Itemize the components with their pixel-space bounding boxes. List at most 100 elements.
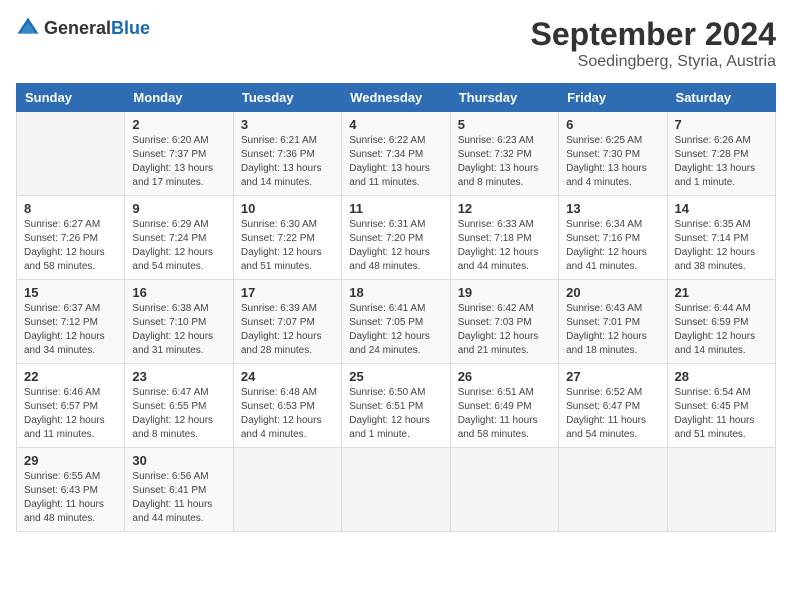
daylight-text: Daylight: 11 hours and 44 minutes.: [132, 499, 212, 524]
sunrise-text: Sunrise: 6:37 AM: [24, 303, 100, 314]
sunset-text: Sunset: 6:59 PM: [675, 317, 749, 328]
day-number: 8: [24, 201, 117, 216]
daylight-text: Daylight: 12 hours and 54 minutes.: [132, 247, 213, 272]
header-sunday: Sunday: [17, 84, 125, 112]
day-number: 23: [132, 369, 225, 384]
day-info: Sunrise: 6:21 AMSunset: 7:36 PMDaylight:…: [241, 134, 334, 190]
sunset-text: Sunset: 6:47 PM: [566, 401, 640, 412]
sunset-text: Sunset: 7:12 PM: [24, 317, 98, 328]
header-friday: Friday: [559, 84, 667, 112]
daylight-text: Daylight: 13 hours and 4 minutes.: [566, 163, 647, 188]
sunrise-text: Sunrise: 6:39 AM: [241, 303, 317, 314]
calendar-day-cell: 19Sunrise: 6:42 AMSunset: 7:03 PMDayligh…: [450, 280, 558, 364]
daylight-text: Daylight: 11 hours and 54 minutes.: [566, 415, 646, 440]
calendar-header-row: Sunday Monday Tuesday Wednesday Thursday…: [17, 84, 776, 112]
day-info: Sunrise: 6:52 AM Sunset: 6:47 PM Daylight:…: [566, 386, 659, 442]
calendar-day-cell: 3Sunrise: 6:21 AMSunset: 7:36 PMDaylight…: [233, 112, 341, 196]
daylight-text: Daylight: 12 hours and 14 minutes.: [675, 331, 756, 356]
day-number: 18: [349, 285, 442, 300]
day-number: 13: [566, 201, 659, 216]
day-info: Sunrise: 6:56 AM Sunset: 6:41 PM Daylight:…: [132, 470, 225, 526]
calendar-week-row: 2Sunrise: 6:20 AMSunset: 7:37 PMDaylight…: [17, 112, 776, 196]
daylight-text: Daylight: 12 hours and 1 minute.: [349, 415, 430, 440]
calendar-day-cell: 11Sunrise: 6:31 AMSunset: 7:20 PMDayligh…: [342, 196, 450, 280]
sunrise-text: Sunrise: 6:43 AM: [566, 303, 642, 314]
sunrise-text: Sunrise: 6:26 AM: [675, 135, 751, 146]
sunrise-text: Sunrise: 6:20 AM: [132, 135, 208, 146]
calendar-day-cell: 28Sunrise: 6:54 AMSunset: 6:45 PMDayligh…: [667, 364, 775, 448]
sunset-text: Sunset: 6:49 PM: [458, 401, 532, 412]
day-info: Sunrise: 6:31 AMSunset: 7:20 PMDaylight:…: [349, 218, 442, 274]
calendar-day-cell: 20Sunrise: 6:43 AMSunset: 7:01 PMDayligh…: [559, 280, 667, 364]
calendar-day-cell: 7Sunrise: 6:26 AMSunset: 7:28 PMDaylight…: [667, 112, 775, 196]
sunset-text: Sunset: 7:03 PM: [458, 317, 532, 328]
day-info: Sunrise: 6:33 AMSunset: 7:18 PMDaylight:…: [458, 218, 551, 274]
day-info: Sunrise: 6:35 AMSunset: 7:14 PMDaylight:…: [675, 218, 768, 274]
sunrise-text: Sunrise: 6:54 AM: [675, 387, 751, 398]
sunrise-text: Sunrise: 6:33 AM: [458, 219, 534, 230]
sunset-text: Sunset: 7:22 PM: [241, 233, 315, 244]
sunset-text: Sunset: 7:07 PM: [241, 317, 315, 328]
sunrise-text: Sunrise: 6:25 AM: [566, 135, 642, 146]
sunrise-text: Sunrise: 6:42 AM: [458, 303, 534, 314]
daylight-text: Daylight: 12 hours and 18 minutes.: [566, 331, 647, 356]
day-info: Sunrise: 6:20 AMSunset: 7:37 PMDaylight:…: [132, 134, 225, 190]
calendar-day-cell: [17, 112, 125, 196]
sunrise-text: Sunrise: 6:48 AM: [241, 387, 317, 398]
location-subtitle: Soedingberg, Styria, Austria: [531, 53, 776, 71]
sunset-text: Sunset: 6:43 PM: [24, 485, 98, 496]
day-info: Sunrise: 6:26 AMSunset: 7:28 PMDaylight:…: [675, 134, 768, 190]
day-info: Sunrise: 6:47 AMSunset: 6:55 PMDaylight:…: [132, 386, 225, 442]
day-number: 4: [349, 117, 442, 132]
day-info: Sunrise: 6:48 AMSunset: 6:53 PMDaylight:…: [241, 386, 334, 442]
calendar-day-cell: 2Sunrise: 6:20 AMSunset: 7:37 PMDaylight…: [125, 112, 233, 196]
daylight-text: Daylight: 12 hours and 8 minutes.: [132, 415, 213, 440]
sunset-text: Sunset: 7:10 PM: [132, 317, 206, 328]
sunset-text: Sunset: 6:41 PM: [132, 485, 206, 496]
sunrise-text: Sunrise: 6:52 AM: [566, 387, 642, 398]
day-info: Sunrise: 6:22 AMSunset: 7:34 PMDaylight:…: [349, 134, 442, 190]
calendar-day-cell: 5Sunrise: 6:23 AMSunset: 7:32 PMDaylight…: [450, 112, 558, 196]
day-number: 27: [566, 369, 659, 384]
day-number: 16: [132, 285, 225, 300]
calendar-day-cell: 29Sunrise: 6:55 AMSunset: 6:43 PMDayligh…: [17, 448, 125, 532]
sunrise-text: Sunrise: 6:22 AM: [349, 135, 425, 146]
sunrise-text: Sunrise: 6:56 AM: [132, 471, 208, 482]
daylight-text: Daylight: 11 hours and 58 minutes.: [458, 415, 538, 440]
day-number: 5: [458, 117, 551, 132]
sunrise-text: Sunrise: 6:46 AM: [24, 387, 100, 398]
page-header: GeneralBlue September 2024 Soedingberg, …: [16, 16, 776, 71]
logo-icon: [16, 16, 40, 40]
sunset-text: Sunset: 7:37 PM: [132, 149, 206, 160]
day-number: 15: [24, 285, 117, 300]
day-number: 17: [241, 285, 334, 300]
calendar-day-cell: 13Sunrise: 6:34 AMSunset: 7:16 PMDayligh…: [559, 196, 667, 280]
day-number: 28: [675, 369, 768, 384]
sunrise-text: Sunrise: 6:51 AM: [458, 387, 534, 398]
calendar-day-cell: 17Sunrise: 6:39 AMSunset: 7:07 PMDayligh…: [233, 280, 341, 364]
day-number: 6: [566, 117, 659, 132]
sunset-text: Sunset: 7:18 PM: [458, 233, 532, 244]
calendar-day-cell: 9Sunrise: 6:29 AMSunset: 7:24 PMDaylight…: [125, 196, 233, 280]
logo: GeneralBlue: [16, 16, 150, 40]
day-number: 14: [675, 201, 768, 216]
sunset-text: Sunset: 6:55 PM: [132, 401, 206, 412]
day-info: Sunrise: 6:44 AM Sunset: 6:59 PM Daylight:…: [675, 302, 768, 358]
header-saturday: Saturday: [667, 84, 775, 112]
day-number: 30: [132, 453, 225, 468]
sunrise-text: Sunrise: 6:44 AM: [675, 303, 751, 314]
calendar-day-cell: 12Sunrise: 6:33 AMSunset: 7:18 PMDayligh…: [450, 196, 558, 280]
calendar-table: Sunday Monday Tuesday Wednesday Thursday…: [16, 83, 776, 532]
daylight-text: Daylight: 12 hours and 51 minutes.: [241, 247, 322, 272]
calendar-day-cell: [450, 448, 558, 532]
day-number: 20: [566, 285, 659, 300]
sunrise-text: Sunrise: 6:38 AM: [132, 303, 208, 314]
sunrise-text: Sunrise: 6:23 AM: [458, 135, 534, 146]
day-number: 9: [132, 201, 225, 216]
day-number: 29: [24, 453, 117, 468]
calendar-day-cell: 25Sunrise: 6:50 AMSunset: 6:51 PMDayligh…: [342, 364, 450, 448]
daylight-text: Daylight: 12 hours and 24 minutes.: [349, 331, 430, 356]
day-info: Sunrise: 6:50 AMSunset: 6:51 PMDaylight:…: [349, 386, 442, 442]
sunset-text: Sunset: 7:30 PM: [566, 149, 640, 160]
daylight-text: Daylight: 11 hours and 51 minutes.: [675, 415, 755, 440]
